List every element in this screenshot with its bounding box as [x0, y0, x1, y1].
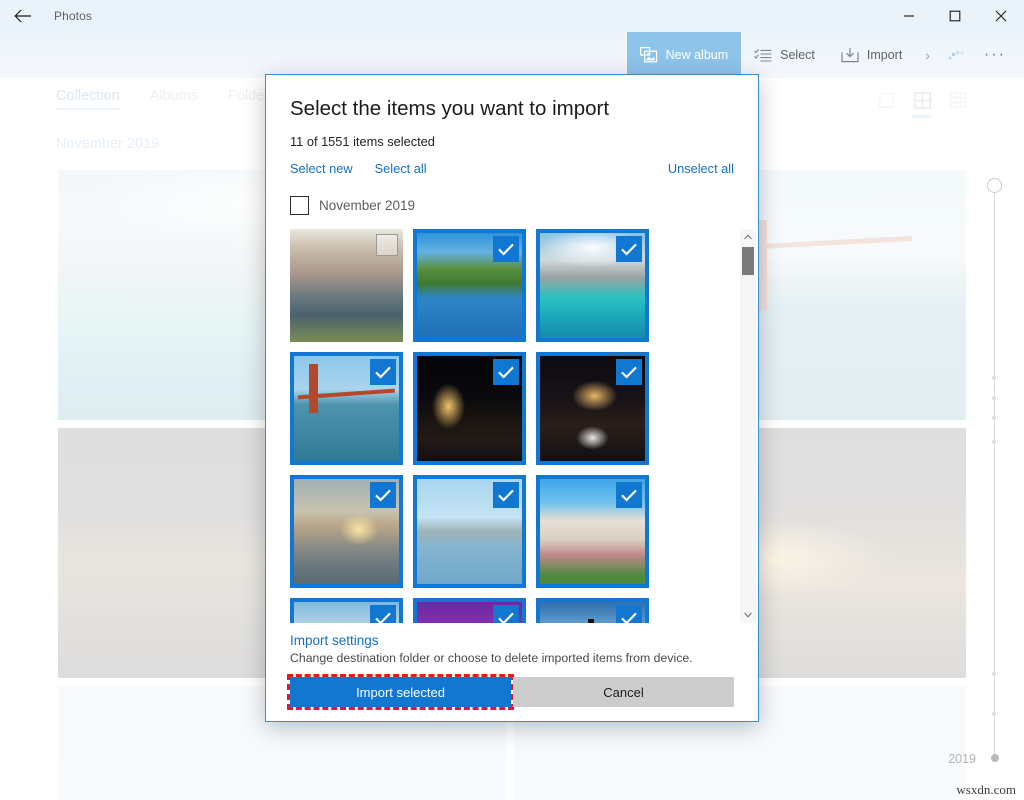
thumbnail-item[interactable] [413, 352, 526, 465]
app-title: Photos [54, 9, 92, 23]
timeline-scrollbar[interactable]: 2019 [980, 178, 1010, 768]
dialog-footer: Import settings Change destination folde… [266, 623, 758, 721]
select-icon [754, 48, 772, 62]
select-all-link[interactable]: Select all [375, 161, 427, 176]
group-header-row[interactable]: November 2019 [266, 196, 758, 215]
view-mode-switcher [874, 88, 970, 112]
select-button[interactable]: Select [741, 32, 828, 78]
timeline-handle[interactable] [987, 178, 1002, 193]
thumbnail-item[interactable] [536, 352, 649, 465]
new-album-label: New album [666, 48, 729, 62]
thumbnail-checkbox-checked[interactable] [493, 236, 519, 262]
cancel-button[interactable]: Cancel [513, 677, 734, 707]
photos-app-window: Photos New album [0, 0, 1024, 800]
group-checkbox[interactable] [290, 196, 309, 215]
unselect-all-link[interactable]: Unselect all [668, 161, 734, 176]
dialog-scrollbar[interactable] [740, 229, 756, 623]
thumbnail-checkbox-checked[interactable] [493, 605, 519, 623]
overflow-chevron-icon[interactable]: › [915, 47, 940, 63]
tab-collection[interactable]: Collection [56, 88, 120, 110]
timeline-dot [992, 440, 996, 444]
thumbnail-checkbox-checked[interactable] [616, 359, 642, 385]
thumbnail-item[interactable] [536, 598, 649, 623]
dialog-header: Select the items you want to import 11 o… [266, 75, 758, 176]
thumbnail-checkbox-checked[interactable] [493, 482, 519, 508]
dialog-button-row: Import selected Cancel [290, 677, 734, 707]
title-bar: Photos [0, 0, 1024, 32]
thumbnail-checkbox-checked[interactable] [616, 482, 642, 508]
group-label: November 2019 [319, 198, 415, 213]
watermark: wsxdn.com [956, 782, 1016, 798]
thumbnail-item[interactable] [413, 475, 526, 588]
import-icon [841, 47, 859, 63]
thumbnail-checkbox-checked[interactable] [616, 236, 642, 262]
new-album-button[interactable]: New album [627, 32, 742, 78]
selection-count: 11 of 1551 items selected [290, 134, 734, 149]
maximize-button[interactable] [932, 0, 978, 32]
thumbnail-item[interactable] [290, 598, 403, 623]
minimize-button[interactable] [886, 0, 932, 32]
import-label: Import [867, 48, 902, 62]
dialog-title: Select the items you want to import [290, 97, 734, 121]
thumbnail-scroll-area [266, 229, 758, 623]
import-dialog: Select the items you want to import 11 o… [265, 74, 759, 722]
thumbnail-grid [266, 229, 740, 623]
import-settings-link[interactable]: Import settings [290, 633, 734, 648]
timeline-track [994, 190, 995, 754]
thumbnail-checkbox-checked[interactable] [370, 359, 396, 385]
thumbnail-item[interactable] [413, 229, 526, 342]
timeline-dot [992, 396, 996, 400]
back-button[interactable] [0, 0, 46, 32]
thumbnail-item[interactable] [413, 598, 526, 623]
more-options-button[interactable]: ··· [974, 32, 1016, 78]
thumbnail-checkbox-checked[interactable] [370, 482, 396, 508]
select-new-link[interactable]: Select new [290, 161, 353, 176]
scroll-up-arrow-icon[interactable] [740, 229, 756, 245]
timeline-dot [992, 672, 996, 676]
thumbnail-item[interactable] [290, 229, 403, 342]
timeline-year-label: 2019 [948, 752, 976, 766]
thumbnail-checkbox-checked[interactable] [493, 359, 519, 385]
timeline-end-marker [991, 754, 999, 762]
selection-actions: Select new Select all Unselect all [290, 161, 734, 176]
tab-albums[interactable]: Albums [150, 88, 198, 110]
select-label: Select [780, 48, 815, 62]
thumbnail-item[interactable] [536, 229, 649, 342]
timeline-dot [992, 712, 996, 716]
new-album-icon [640, 47, 658, 63]
zoom-out-view-button[interactable] [874, 88, 898, 112]
month-header: November 2019 [56, 136, 159, 152]
import-button[interactable]: Import [828, 32, 915, 78]
timeline-dot [992, 416, 996, 420]
back-arrow-icon [14, 9, 32, 23]
import-settings-description: Change destination folder or choose to d… [290, 651, 734, 665]
thumbnail-checkbox-checked[interactable] [616, 605, 642, 623]
medium-grid-view-button[interactable] [910, 88, 934, 112]
scroll-down-arrow-icon[interactable] [740, 607, 756, 623]
small-grid-view-button[interactable] [946, 88, 970, 112]
window-controls [886, 0, 1024, 32]
scrollbar-thumb[interactable] [742, 247, 754, 275]
thumbnail-checkbox-unchecked[interactable] [376, 234, 398, 256]
thumbnail-item[interactable] [536, 475, 649, 588]
close-button[interactable] [978, 0, 1024, 32]
timeline-dot [992, 376, 996, 380]
thumbnail-checkbox-checked[interactable] [370, 605, 396, 623]
import-selected-button[interactable]: Import selected [290, 677, 511, 707]
thumbnail-item[interactable] [290, 475, 403, 588]
command-bar: New album Select Import › [0, 32, 1024, 78]
loading-spinner-icon [940, 47, 974, 63]
thumbnail-item[interactable] [290, 352, 403, 465]
nav-tabs: Collection Albums Folders [56, 88, 276, 110]
